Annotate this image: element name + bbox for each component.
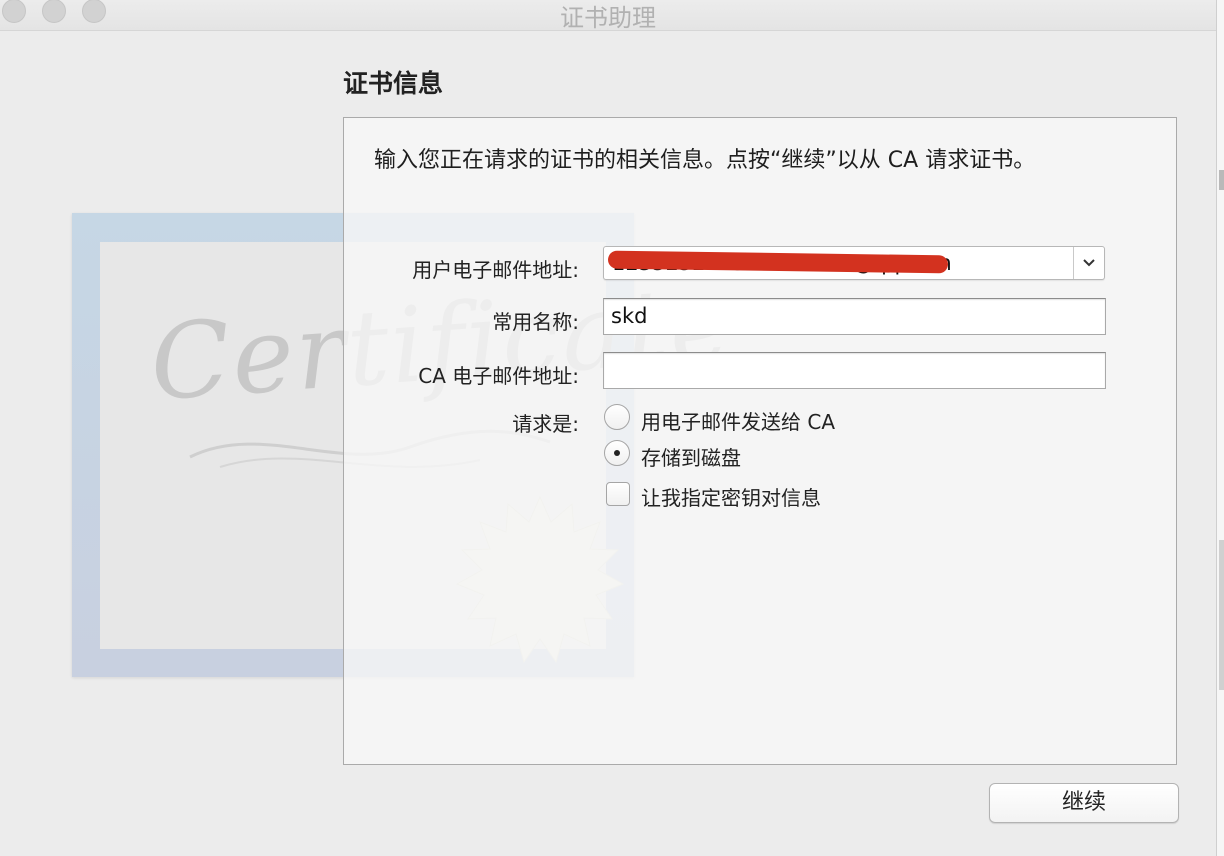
email-label: 用户电子邮件地址: bbox=[412, 258, 579, 282]
radio-email-ca[interactable] bbox=[604, 404, 630, 430]
ca-email-label: CA 电子邮件地址: bbox=[418, 364, 579, 388]
radio-email-ca-label[interactable]: 用电子邮件发送给 CA bbox=[641, 406, 835, 435]
common-name-label: 常用名称: bbox=[492, 310, 579, 334]
radio-selected-dot bbox=[614, 450, 620, 456]
radio-save-to-disk[interactable] bbox=[604, 440, 630, 466]
instruction-text: 输入您正在请求的证书的相关信息。点按“继续”以从 CA 请求证书。 bbox=[374, 148, 1036, 173]
ca-email-field[interactable] bbox=[603, 352, 1106, 389]
edge-mark bbox=[1219, 170, 1224, 190]
background-window-edge bbox=[1216, 0, 1224, 856]
form-panel bbox=[343, 117, 1177, 765]
custom-key-checkbox[interactable] bbox=[606, 482, 630, 506]
combo-dropdown-button[interactable] bbox=[1073, 247, 1104, 279]
window-title: 证书助理 bbox=[560, 4, 656, 32]
continue-button[interactable]: 继续 bbox=[989, 783, 1179, 823]
edge-mark bbox=[1219, 540, 1224, 690]
common-name-field[interactable]: skd bbox=[603, 298, 1106, 335]
custom-key-label[interactable]: 让我指定密钥对信息 bbox=[641, 482, 821, 511]
email-combobox[interactable]: 12552524255942479​2@qq.com bbox=[603, 246, 1105, 280]
title-bar: 证书助理 bbox=[0, 0, 1216, 32]
section-heading: 证书信息 bbox=[343, 69, 444, 98]
certificate-assistant-window: 证书助理 Certificate 证书信息 输入您正在请求的证书的相关信息。点按… bbox=[0, 0, 1216, 856]
radio-save-to-disk-label[interactable]: 存储到磁盘 bbox=[641, 442, 741, 471]
request-label: 请求是: bbox=[512, 412, 579, 436]
chevron-down-icon bbox=[1083, 259, 1095, 267]
